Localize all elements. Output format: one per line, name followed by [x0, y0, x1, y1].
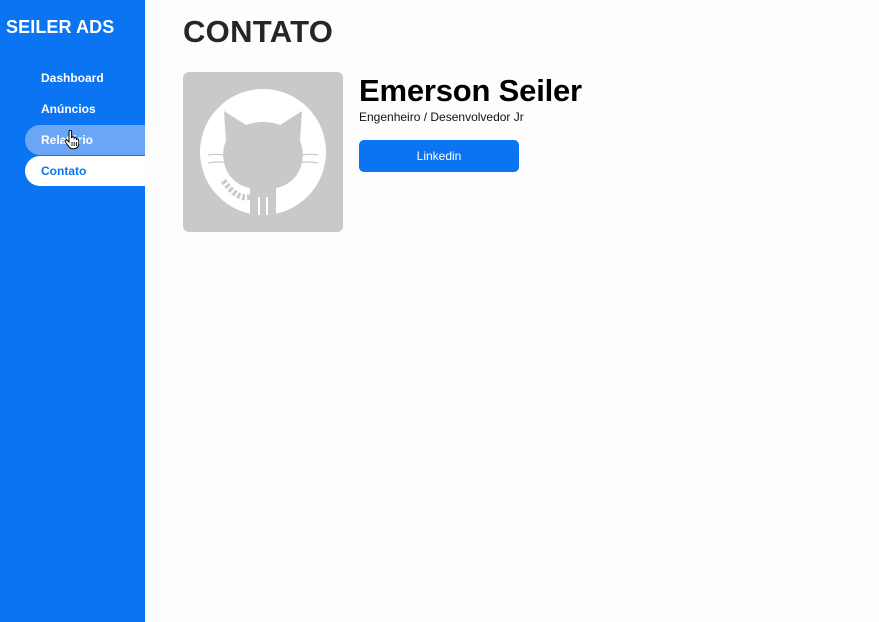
sidebar: SEILER ADS Dashboard Anúncios Relatório …: [0, 0, 145, 622]
main-content: CONTATO Emerson Seiler Engenheiro / Dese…: [183, 0, 879, 622]
sidebar-item-dashboard[interactable]: Dashboard: [25, 63, 145, 93]
sidebar-item-anuncios[interactable]: Anúncios: [25, 94, 145, 124]
page-title: CONTATO: [183, 14, 334, 49]
profile-role: Engenheiro / Desenvolvedor Jr: [359, 110, 524, 124]
avatar: [183, 72, 343, 232]
linkedin-button[interactable]: Linkedin: [359, 140, 519, 172]
hand-pointer-cursor-icon: [64, 130, 80, 150]
profile-name: Emerson Seiler: [359, 73, 582, 108]
brand-logo[interactable]: SEILER ADS: [6, 17, 114, 38]
github-octocat-icon: [200, 89, 326, 215]
sidebar-nav: Dashboard Anúncios Relatório Contato: [25, 63, 145, 187]
profile-info: Emerson Seiler Engenheiro / Desenvolvedo…: [359, 72, 582, 172]
sidebar-item-relatorio[interactable]: Relatório: [25, 125, 145, 155]
sidebar-item-contato[interactable]: Contato: [25, 156, 145, 186]
